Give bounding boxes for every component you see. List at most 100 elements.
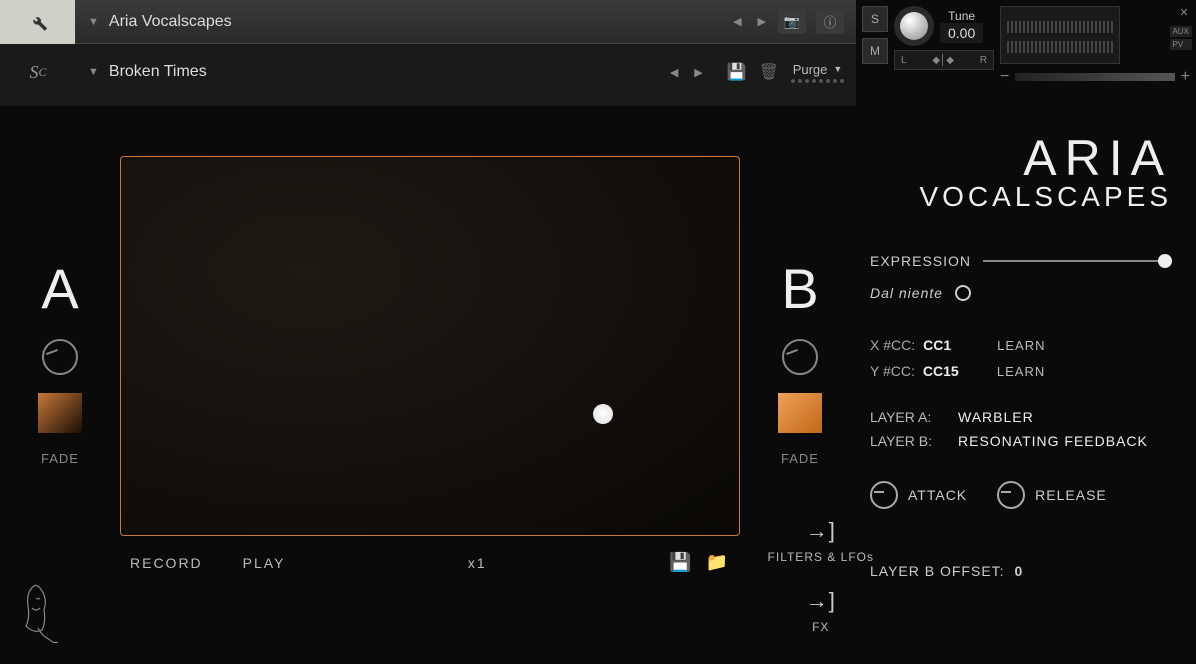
solo-button[interactable]: S — [862, 6, 888, 32]
attack-knob[interactable] — [870, 481, 898, 509]
arrow-right-icon: →] — [806, 518, 836, 544]
record-button[interactable]: RECORD — [130, 555, 203, 571]
layer-b-offset-row: LAYER B OFFSET: 0 — [870, 563, 1172, 579]
offset-label: LAYER B OFFSET: — [870, 563, 1005, 579]
topbar-left-column: SC — [0, 0, 76, 106]
chevron-down-icon[interactable]: ▼ — [88, 66, 99, 78]
release-knob[interactable] — [997, 481, 1025, 509]
preset-header: ▼ Broken Times ◀ ▶ 💾 🗑 Purge ▼ — [76, 44, 856, 100]
instrument-nav: ◀ ▶ — [729, 15, 770, 28]
preset-name[interactable]: Broken Times — [109, 63, 666, 81]
layer-a-info-label: LAYER A: — [870, 409, 948, 425]
slider-thumb[interactable] — [1158, 254, 1172, 268]
xy-area: RECORD PLAY x1 💾 📁 — [120, 156, 740, 644]
layer-a-fade-swatch[interactable] — [38, 393, 82, 433]
purge-indicators — [791, 79, 844, 83]
save-preset-button[interactable]: 💾 — [727, 62, 747, 82]
top-bar: SC ▼ Aria Vocalscapes ◀ ▶ 📷 ⓘ ▼ Broken T… — [0, 0, 1196, 106]
release-label: RELEASE — [1035, 487, 1107, 503]
camera-icon: 📷 — [784, 14, 800, 30]
topbar-right-panel: S M Tune 0.00 L ◆│◆ R − — [856, 0, 1196, 106]
dal-niente-toggle[interactable] — [955, 285, 971, 301]
layer-b-fade-swatch[interactable] — [778, 393, 822, 433]
envelope-row: ATTACK RELEASE — [870, 481, 1172, 509]
volume-plus-button[interactable]: + — [1181, 68, 1190, 86]
prev-preset-button[interactable]: ◀ — [666, 66, 682, 79]
aux-pv-column: AUX PV — [1170, 26, 1192, 50]
pan-right-label: R — [980, 55, 987, 66]
close-button[interactable]: ✕ — [1176, 4, 1192, 20]
brand-title: ARIA — [870, 136, 1172, 181]
next-instrument-button[interactable]: ▶ — [754, 15, 770, 28]
y-cc-label: Y #CC: — [870, 363, 915, 379]
knob-icon — [900, 12, 928, 40]
prev-instrument-button[interactable]: ◀ — [729, 15, 745, 28]
expression-slider[interactable] — [983, 260, 1172, 262]
layer-a-letter: A — [41, 256, 78, 321]
delete-preset-button[interactable]: 🗑 — [759, 62, 779, 82]
layer-b-letter: B — [781, 256, 818, 321]
section-links: →] FILTERS & LFOs →] FX — [768, 518, 874, 634]
preset-nav: ◀ ▶ — [666, 66, 707, 79]
y-cc-value[interactable]: CC15 — [923, 363, 979, 379]
purge-section: Purge ▼ — [791, 62, 844, 83]
preset-controls: ◀ ▶ 💾 🗑 Purge ▼ — [666, 62, 844, 83]
xy-cursor[interactable] — [593, 404, 613, 424]
volume-meter — [1000, 6, 1120, 64]
tune-knob[interactable] — [894, 6, 934, 46]
solo-mute-column: S M — [862, 6, 888, 100]
wrench-button[interactable] — [0, 0, 76, 44]
purge-label: Purge — [793, 62, 828, 77]
y-learn-button[interactable]: LEARN — [997, 364, 1045, 379]
fx-link[interactable]: →] FX — [806, 588, 836, 634]
instrument-header: ▼ Aria Vocalscapes ◀ ▶ 📷 ⓘ — [76, 0, 856, 44]
main-left-panel: A FADE RECORD PLAY x1 💾 📁 B — [0, 106, 860, 664]
layer-b-knob[interactable] — [782, 339, 818, 375]
purge-dropdown[interactable]: Purge ▼ — [793, 62, 843, 77]
folder-icon[interactable]: 📁 — [706, 552, 730, 573]
xy-pad[interactable] — [120, 156, 740, 536]
next-preset-button[interactable]: ▶ — [690, 66, 706, 79]
chevron-down-icon: ▼ — [833, 64, 842, 74]
tune-section: Tune 0.00 — [894, 6, 994, 46]
offset-value[interactable]: 0 — [1015, 563, 1024, 579]
aux-button[interactable]: AUX — [1170, 26, 1192, 37]
brand-subtitle: VOCALSCAPES — [870, 181, 1172, 213]
save-icon[interactable]: 💾 — [669, 552, 693, 573]
tune-label: Tune — [948, 9, 975, 23]
info-icon: ⓘ — [823, 12, 836, 31]
chevron-down-icon[interactable]: ▼ — [88, 16, 99, 28]
layer-a-column: A FADE — [30, 156, 90, 644]
y-cc-row: Y #CC: CC15 LEARN — [870, 363, 1172, 379]
sc-logo-button[interactable]: SC — [0, 44, 76, 100]
main-area: A FADE RECORD PLAY x1 💾 📁 B — [0, 106, 1196, 664]
pv-button[interactable]: PV — [1170, 39, 1192, 50]
x-cc-row: X #CC: CC1 LEARN — [870, 337, 1172, 353]
release-control: RELEASE — [997, 481, 1107, 509]
pan-left-label: L — [901, 55, 907, 66]
header-icon-group: 📷 ⓘ — [778, 10, 844, 34]
filters-lfos-link[interactable]: →] FILTERS & LFOs — [768, 518, 874, 564]
volume-minus-button[interactable]: − — [1000, 68, 1009, 86]
transport-row: RECORD PLAY x1 💾 📁 — [120, 552, 740, 573]
layer-a-info: LAYER A: WARBLER — [870, 409, 1172, 425]
x-learn-button[interactable]: LEARN — [997, 338, 1045, 353]
pan-bar[interactable]: L ◆│◆ R — [894, 50, 994, 70]
layer-b-info-value[interactable]: RESONATING FEEDBACK — [958, 433, 1148, 449]
layer-a-info-value[interactable]: WARBLER — [958, 409, 1034, 425]
layer-a-knob[interactable] — [42, 339, 78, 375]
mute-button[interactable]: M — [862, 38, 888, 64]
face-sketch-icon — [16, 578, 66, 648]
speed-value[interactable]: x1 — [468, 555, 487, 571]
info-button[interactable]: ⓘ — [816, 10, 844, 34]
main-right-panel: ARIA VOCALSCAPES EXPRESSION Dal niente X… — [860, 106, 1196, 664]
instrument-name[interactable]: Aria Vocalscapes — [109, 13, 729, 31]
attack-label: ATTACK — [908, 487, 967, 503]
attack-control: ATTACK — [870, 481, 967, 509]
tune-value[interactable]: 0.00 — [940, 23, 983, 43]
snapshot-button[interactable]: 📷 — [778, 10, 806, 34]
volume-slider[interactable] — [1015, 73, 1174, 81]
x-cc-label: X #CC: — [870, 337, 915, 353]
x-cc-value[interactable]: CC1 — [923, 337, 979, 353]
play-button[interactable]: PLAY — [243, 555, 286, 571]
